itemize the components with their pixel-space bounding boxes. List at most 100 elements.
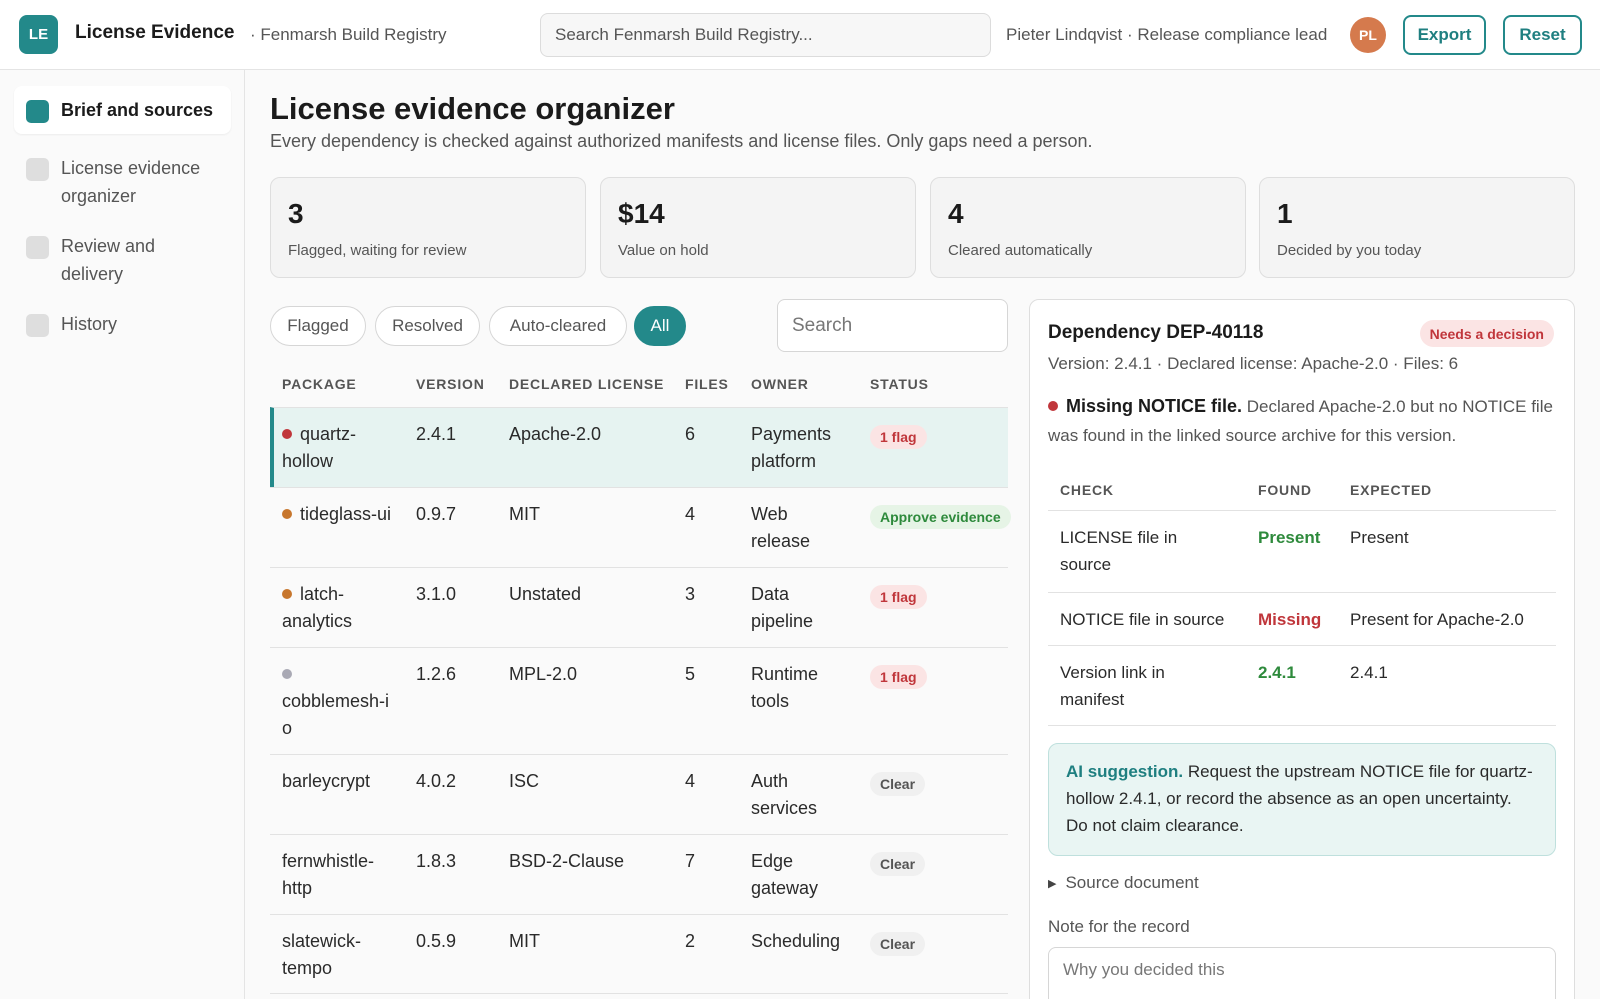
triangle-right-icon: ▶: [1048, 877, 1057, 890]
export-button[interactable]: Export: [1403, 15, 1486, 55]
source-document-toggle[interactable]: ▶ Source document: [1048, 873, 1199, 893]
top-bar: LE License Evidence · Fenmarsh Build Reg…: [0, 0, 1600, 70]
detail-title: Dependency DEP-40118: [1048, 322, 1264, 343]
decision-status-badge: Needs a decision: [1419, 320, 1554, 347]
check-found: Present: [1258, 528, 1321, 547]
owner-cell: Runtime tools: [751, 664, 819, 711]
package-cell: barleycrypt: [282, 771, 371, 791]
stat-value: $14: [618, 198, 665, 229]
stat-caption: Decided by you today: [1277, 242, 1422, 259]
owner-cell: Payments platform: [751, 424, 832, 471]
check-expected: 2.4.1: [1350, 663, 1388, 682]
sidebar-item-review-and-delivery[interactable]: Review and delivery: [14, 222, 231, 298]
sidebar-item-license-evidence-organizer[interactable]: License evidence organizer: [14, 144, 231, 220]
filter-chip-flagged[interactable]: Flagged: [270, 306, 366, 346]
stat-caption: Value on hold: [618, 242, 709, 259]
license-cell: MPL-2.0: [509, 664, 578, 684]
table-row[interactable]: barleycrypt 4.0.2 ISC 4 Auth services Cl…: [270, 754, 1008, 834]
table-search-input[interactable]: [777, 299, 1008, 352]
table-row[interactable]: quartz-hollow 2.4.1 Apache-2.0 6 Payment…: [270, 407, 1008, 487]
owner-cell: Web release: [751, 504, 811, 551]
table-row[interactable]: slatewick-tempo 0.5.9 MIT 2 Scheduling C…: [270, 914, 1008, 994]
stat-card-value-on-hold: $14 Value on hold: [600, 177, 916, 278]
global-search-input[interactable]: [540, 13, 991, 57]
package-name: latch-analytics: [282, 584, 353, 631]
column-header-version: VERSION: [416, 376, 485, 392]
version-cell: 1.8.3: [416, 851, 457, 871]
column-header-expected: EXPECTED: [1350, 482, 1432, 498]
sidebar-item-history[interactable]: History: [14, 300, 231, 348]
ai-suggestion-label: AI suggestion.: [1066, 762, 1184, 781]
check-found: 2.4.1: [1258, 663, 1296, 682]
status-badge: Clear: [870, 852, 926, 876]
column-header-check: CHECK: [1060, 482, 1114, 498]
status-badge: Clear: [870, 772, 926, 796]
package-name: tideglass-ui: [300, 504, 392, 524]
app-logo: LE: [19, 15, 58, 54]
stat-value: 1: [1277, 198, 1293, 229]
check-expected: Present: [1350, 528, 1409, 547]
note-label: Note for the record: [1048, 917, 1190, 936]
avatar[interactable]: PL: [1350, 17, 1386, 53]
package-cell: quartz-hollow: [282, 421, 392, 475]
finding-summary: Missing NOTICE file. Declared Apache-2.0…: [1048, 392, 1558, 450]
check-name: LICENSE file in source: [1060, 528, 1178, 574]
stat-value: 3: [288, 198, 304, 229]
owner-cell: Data pipeline: [751, 584, 814, 631]
table-row[interactable]: cobblemesh-io 1.2.6 MPL-2.0 5 Runtime to…: [270, 647, 1008, 754]
stat-caption: Cleared automatically: [948, 242, 1093, 259]
source-document-label: Source document: [1065, 873, 1199, 892]
table-row[interactable]: latch-analytics 3.1.0 Unstated 3 Data pi…: [270, 567, 1008, 647]
check-expected: Present for Apache-2.0: [1350, 610, 1524, 629]
filter-chip-all[interactable]: All: [634, 306, 686, 346]
status-dot-icon: [282, 589, 292, 599]
license-cell: MIT: [509, 504, 540, 524]
stat-card-cleared: 4 Cleared automatically: [930, 177, 1246, 278]
package-cell: cobblemesh-io: [282, 661, 402, 742]
stat-card-flagged: 3 Flagged, waiting for review: [270, 177, 586, 278]
owner-cell: Auth services: [751, 771, 818, 818]
note-input[interactable]: [1048, 947, 1556, 999]
table-row[interactable]: fernwhistle-http 1.8.3 BSD-2-Clause 7 Ed…: [270, 834, 1008, 914]
check-row: NOTICE file in source Missing Present fo…: [1048, 592, 1556, 645]
files-cell: 5: [685, 664, 696, 684]
reset-button[interactable]: Reset: [1503, 15, 1582, 55]
sidebar-item-label: Review and delivery: [61, 236, 156, 284]
sidebar-item-brief-and-sources[interactable]: Brief and sources: [14, 86, 231, 134]
stat-card-decided: 1 Decided by you today: [1259, 177, 1575, 278]
files-cell: 6: [685, 424, 696, 444]
table-row[interactable]: tideglass-ui 0.9.7 MIT 4 Web release App…: [270, 487, 1011, 567]
ai-suggestion: AI suggestion. Request the upstream NOTI…: [1048, 743, 1556, 856]
step-indicator-icon: [26, 100, 49, 123]
check-row: LICENSE file in source Present Present: [1048, 510, 1556, 592]
version-cell: 0.9.7: [416, 504, 457, 524]
filter-chip-auto-cleared[interactable]: Auto-cleared: [489, 306, 627, 346]
check-name: Version link in manifest: [1060, 663, 1165, 709]
package-cell: tideglass-ui: [282, 501, 392, 528]
workspace-name: · Fenmarsh Build Registry: [250, 25, 447, 44]
package-name: cobblemesh-io: [282, 691, 390, 738]
files-cell: 2: [685, 931, 696, 951]
owner-cell: Scheduling: [751, 931, 841, 951]
column-header-package: PACKAGE: [282, 376, 357, 392]
files-cell: 7: [685, 851, 696, 871]
dependency-detail-panel: Dependency DEP-40118 Needs a decision Ve…: [1029, 299, 1575, 999]
version-cell: 1.2.6: [416, 664, 457, 684]
status-dot-icon: [282, 669, 292, 679]
user-name-role: Pieter Lindqvist · Release compliance le…: [1006, 25, 1328, 44]
sidebar-item-label: License evidence organizer: [61, 158, 201, 206]
step-indicator-icon: [26, 236, 49, 259]
check-found: Missing: [1258, 610, 1322, 629]
version-cell: 0.5.9: [416, 931, 457, 951]
approve-evidence-button[interactable]: Approve evidence: [870, 505, 1011, 529]
files-cell: 4: [685, 771, 696, 791]
version-cell: 4.0.2: [416, 771, 457, 791]
status-badge: 1 flag: [870, 425, 927, 449]
page-title: License evidence organizer: [270, 91, 675, 126]
check-name: NOTICE file in source: [1060, 610, 1225, 629]
column-header-owner: OWNER: [751, 376, 809, 392]
license-cell: BSD-2-Clause: [509, 851, 625, 871]
sidebar-item-label: Brief and sources: [61, 100, 214, 120]
filter-chip-resolved[interactable]: Resolved: [375, 306, 480, 346]
status-dot-icon: [1048, 401, 1058, 411]
